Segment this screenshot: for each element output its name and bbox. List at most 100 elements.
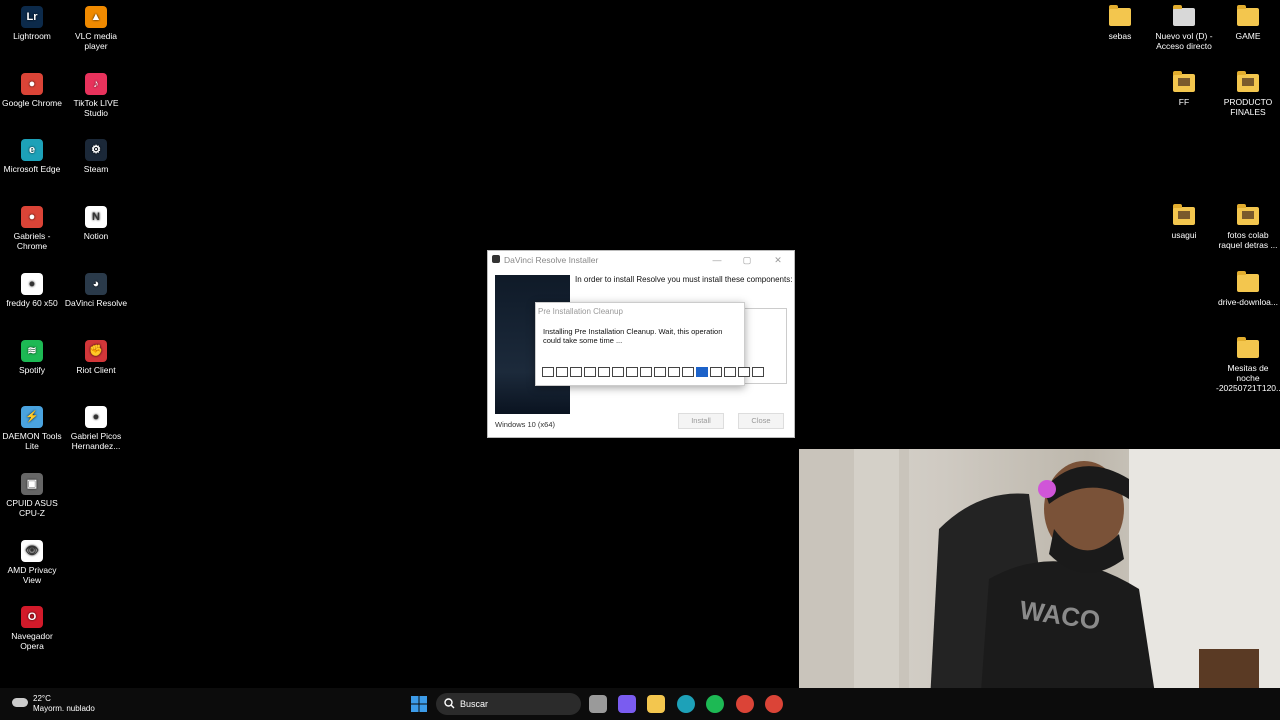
desktop-icon[interactable]: PRODUCTO FINALES [1216,71,1280,117]
installer-instruction: In order to install Resolve you must ins… [575,275,793,284]
desktop-icon-label: Notion [83,231,109,242]
desktop-icon[interactable]: N Notion [64,206,128,241]
desktop-icon[interactable]: e Microsoft Edge [0,139,64,174]
desktop-icon-label: Steam [83,164,109,175]
desktop-icon[interactable]: usagui [1152,204,1216,240]
desktop-icon[interactable]: ◕ DaVinci Resolve [64,272,128,308]
spotify-icon: ≋ [21,339,43,362]
desktop-icon[interactable]: ● freddy 60 x50 [0,272,64,308]
desktop-icon-label: sebas [1108,31,1132,41]
desktop-icon[interactable]: ♪ TikTok LIVE Studio [64,72,128,118]
edge-icon[interactable] [677,695,695,713]
desktop-icon[interactable]: ⚙ Steam [64,139,128,174]
folder-icon [1237,5,1259,26]
desktop-icon[interactable]: O Navegador Opera [0,606,64,651]
progress-segment [752,367,764,377]
desktop-icon[interactable]: ● Gabriel Picos Hernandez... [64,406,128,451]
progress-segment [668,367,680,377]
desktop-icon[interactable]: FF [1152,71,1216,107]
desktop-icon-label: freddy 60 x50 [6,297,58,308]
os-info: Windows 10 (x64) [495,420,556,429]
copilot-icon[interactable] [618,695,636,713]
progress-segment [626,367,638,377]
opera-icon: O [21,606,43,629]
weather-temperature: 22°C [33,694,51,703]
window-close-button[interactable]: ✕ [771,253,785,267]
desktop-icon[interactable]: ● Google Chrome [0,72,64,108]
progress-segment [640,367,652,377]
desktop-icon-label: DAEMON Tools Lite [2,431,62,452]
desktop-icon-label: drive-downloa... [1217,297,1278,307]
progress-segment [710,367,722,377]
progress-segment [682,367,694,377]
desktop-icon[interactable]: Mesitas de noche -20250721T120... [1216,337,1280,393]
taskbar: 22°C Mayorm. nublado Buscar [0,688,1280,720]
folder-icon [1237,204,1259,225]
desktop-icon[interactable]: drive-downloa... [1216,271,1280,307]
desktop-icon[interactable]: ● Gabriels - Chrome [0,206,64,251]
desktop-icon-label: FF [1178,97,1190,107]
desktop-icon[interactable]: ≋ Spotify [0,339,64,375]
task-view-icon[interactable] [589,695,607,713]
daemon-tools-icon: ⚡ [21,406,43,429]
file-explorer-icon[interactable] [647,695,665,713]
chrome-icon[interactable] [736,695,754,713]
amd-privacy-icon: 👁 [21,539,43,562]
search-label: Buscar [460,699,489,709]
progress-segment [696,367,708,377]
lightroom-icon: Lr [21,6,43,28]
minimize-button[interactable]: — [710,253,724,267]
desktop-icon-label: Gabriel Picos Hernandez... [70,431,122,452]
desktop-icon-label: Microsoft Edge [3,164,61,175]
desktop-icon[interactable]: ✊ Riot Client [64,339,128,375]
desktop-icon[interactable]: Lr Lightroom [0,6,64,41]
chrome-shortcut-icon: ● [21,272,43,295]
install-button[interactable]: Install [678,413,724,429]
progress-segment [724,367,736,377]
webcam-overlay: WACO [799,449,1280,720]
windows-start-icon[interactable] [410,695,428,713]
desktop-icon-label: fotos colab raquel detras ... [1218,230,1278,250]
progress-bar [542,367,764,377]
chrome-icon: ● [21,72,43,95]
desktop-icon[interactable]: GAME [1216,5,1280,41]
chrome-profile-icon[interactable] [765,695,783,713]
spotify-icon[interactable] [706,695,724,713]
desktop-icon-label: Spotify [19,364,45,375]
folder-icon [1237,271,1259,292]
desktop-icon[interactable]: ▣ CPUID ASUS CPU-Z [0,472,64,518]
desktop-icon-label: AMD Privacy View [7,564,57,585]
weather-condition: Mayorm. nublado [33,704,95,713]
desktop-icon[interactable]: fotos colab raquel detras ... [1216,204,1280,250]
desktop-icon[interactable]: 👁 AMD Privacy View [0,539,64,585]
progress-segment [612,367,624,377]
folder-icon [1237,71,1259,92]
edge-icon: e [21,139,43,162]
chrome-profile-icon: ● [21,206,43,229]
desktop-icon-label: VLC media player [74,31,118,51]
desktop-icon-label: GAME [1235,31,1261,41]
desktop-icon-label: CPUID ASUS CPU-Z [6,497,58,518]
progress-segment [584,367,596,377]
tiktok-live-icon: ♪ [85,72,107,95]
chrome-shortcut-icon: ● [85,406,107,429]
installer-titlebar[interactable]: DaVinci Resolve Installer — ▢ ✕ [488,251,794,269]
davinci-app-icon [492,255,500,263]
progress-segment [542,367,554,377]
close-button[interactable]: Close [738,413,784,429]
cloud-icon [12,698,28,707]
desktop-icon[interactable]: ▲ VLC media player [64,6,128,51]
folder-icon [1173,204,1195,225]
desktop-icon-label: Mesitas de noche -20250721T120... [1216,363,1280,393]
desktop-icon[interactable]: ⚡ DAEMON Tools Lite [0,406,64,451]
progress-segment [654,367,666,377]
desktop-icon-label: Gabriels - Chrome [13,231,51,252]
desktop-icon[interactable]: Nuevo vol (D) - Acceso directo [1152,5,1216,51]
maximize-button[interactable]: ▢ [740,253,754,267]
notion-icon: N [85,206,107,229]
desktop-icon[interactable]: sebas [1088,5,1152,41]
taskbar-search[interactable]: Buscar [436,693,581,715]
desktop-icon-label: Navegador Opera [11,631,53,652]
desktop-icon-label: TikTok LIVE Studio [73,97,119,118]
desktop-icon-label: Riot Client [76,364,116,375]
